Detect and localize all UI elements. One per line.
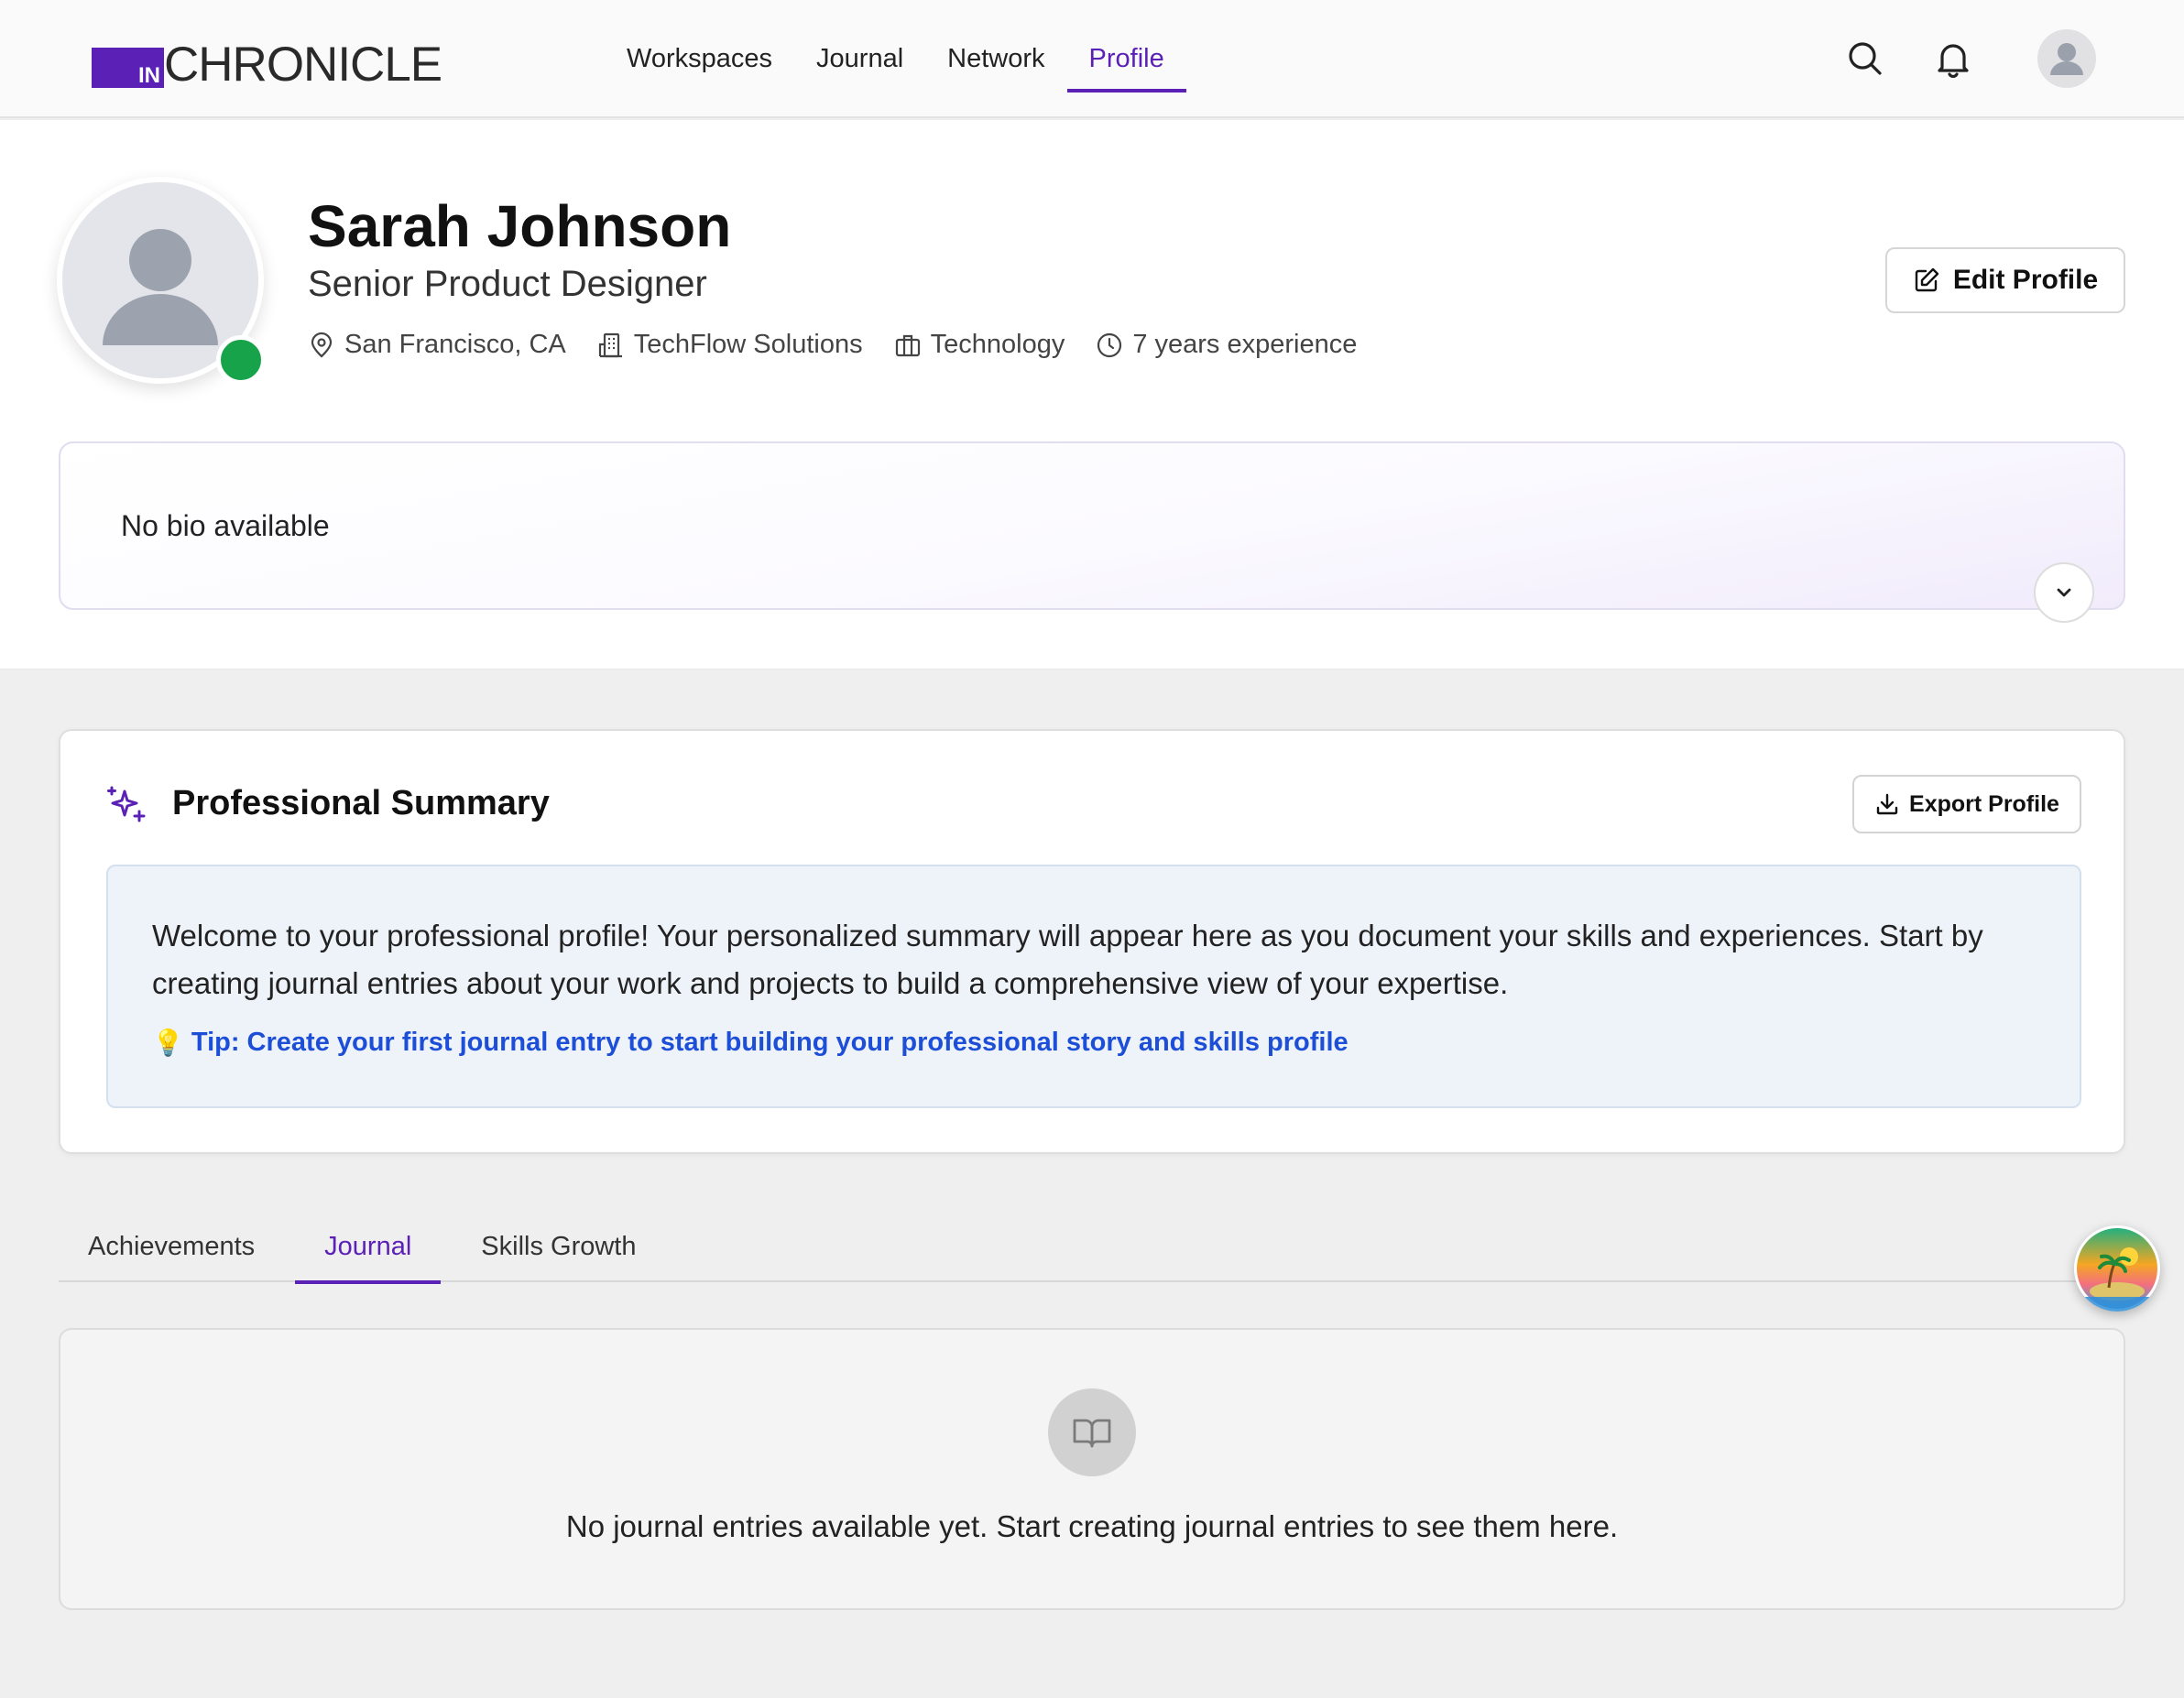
- meta-company: TechFlow Solutions: [597, 330, 863, 360]
- sparkles-icon: [106, 784, 148, 826]
- download-icon: [1876, 793, 1898, 815]
- briefcase-icon: [895, 334, 920, 356]
- tab-journal[interactable]: Journal: [295, 1211, 442, 1284]
- export-profile-label: Export Profile: [1909, 790, 2059, 817]
- experience-text: 7 years experience: [1132, 330, 1358, 359]
- logo-wordmark: CHRONICLE: [164, 38, 442, 92]
- journal-empty-state: No journal entries available yet. Start …: [59, 1328, 2125, 1610]
- nav-network[interactable]: Network: [925, 0, 1066, 118]
- profile-tabs: Achievements Journal Skills Growth: [59, 1211, 2125, 1284]
- edit-profile-label: Edit Profile: [1952, 265, 2099, 295]
- location-text: San Francisco, CA: [344, 330, 566, 359]
- chevron-down-icon: [2057, 588, 2071, 597]
- logo-mark-text: IN: [138, 63, 160, 88]
- meta-industry: Technology: [894, 330, 1065, 360]
- profile-meta: San Francisco, CA TechFlow Solutions Tec…: [308, 330, 1388, 360]
- building-icon: [598, 332, 622, 357]
- online-status-indicator: [216, 335, 266, 385]
- nav-journal[interactable]: Journal: [794, 0, 925, 118]
- tab-achievements[interactable]: Achievements: [59, 1211, 284, 1282]
- edit-icon: [1915, 267, 1939, 292]
- summary-text: Welcome to your professional profile! Yo…: [152, 919, 1983, 1000]
- industry-text: Technology: [930, 330, 1065, 359]
- tip-line: 💡 Tip: Create your first journal entry t…: [152, 1028, 1349, 1058]
- floating-assistant-button[interactable]: [2074, 1225, 2160, 1312]
- empty-state-text: No journal entries available yet. Start …: [565, 1509, 1619, 1543]
- bell-icon[interactable]: [1931, 37, 1975, 81]
- company-text: TechFlow Solutions: [633, 330, 863, 359]
- bio-text: No bio available: [121, 509, 330, 542]
- map-pin-icon: [311, 332, 333, 357]
- user-avatar[interactable]: [2037, 29, 2096, 88]
- logo-mark: IN: [92, 48, 164, 88]
- tab-skills-growth[interactable]: Skills Growth: [452, 1211, 665, 1282]
- export-profile-button[interactable]: Export Profile: [1852, 775, 2081, 833]
- summary-title: Professional Summary: [172, 784, 550, 822]
- meta-location: San Francisco, CA: [308, 330, 566, 360]
- bio-panel: No bio available: [59, 441, 2125, 623]
- book-open-icon: [1048, 1388, 1136, 1476]
- tip-text[interactable]: Tip: Create your first journal entry to …: [191, 1028, 1349, 1058]
- nav-workspaces[interactable]: Workspaces: [605, 0, 794, 118]
- lightbulb-icon: 💡: [152, 1029, 184, 1057]
- edit-profile-button[interactable]: Edit Profile: [1885, 247, 2125, 313]
- profile-name: Sarah Johnson: [308, 193, 732, 259]
- nav-profile[interactable]: Profile: [1066, 0, 1186, 118]
- app-logo[interactable]: IN CHRONICLE: [92, 38, 442, 92]
- search-icon[interactable]: [1843, 37, 1887, 81]
- clock-icon: [1097, 332, 1122, 357]
- island-sunset-icon: [2077, 1228, 2157, 1312]
- main-nav: Workspaces Journal Network Profile: [605, 0, 1186, 118]
- expand-bio-button[interactable]: [2034, 562, 2094, 623]
- professional-summary-card: Professional Summary Export Profile Welc…: [59, 729, 2125, 1154]
- profile-title: Senior Product Designer: [308, 264, 707, 304]
- top-navigation-bar: IN CHRONICLE Workspaces Journal Network …: [0, 0, 2184, 118]
- summary-content-box: Welcome to your professional profile! Yo…: [106, 865, 2081, 1108]
- meta-experience: 7 years experience: [1096, 330, 1357, 360]
